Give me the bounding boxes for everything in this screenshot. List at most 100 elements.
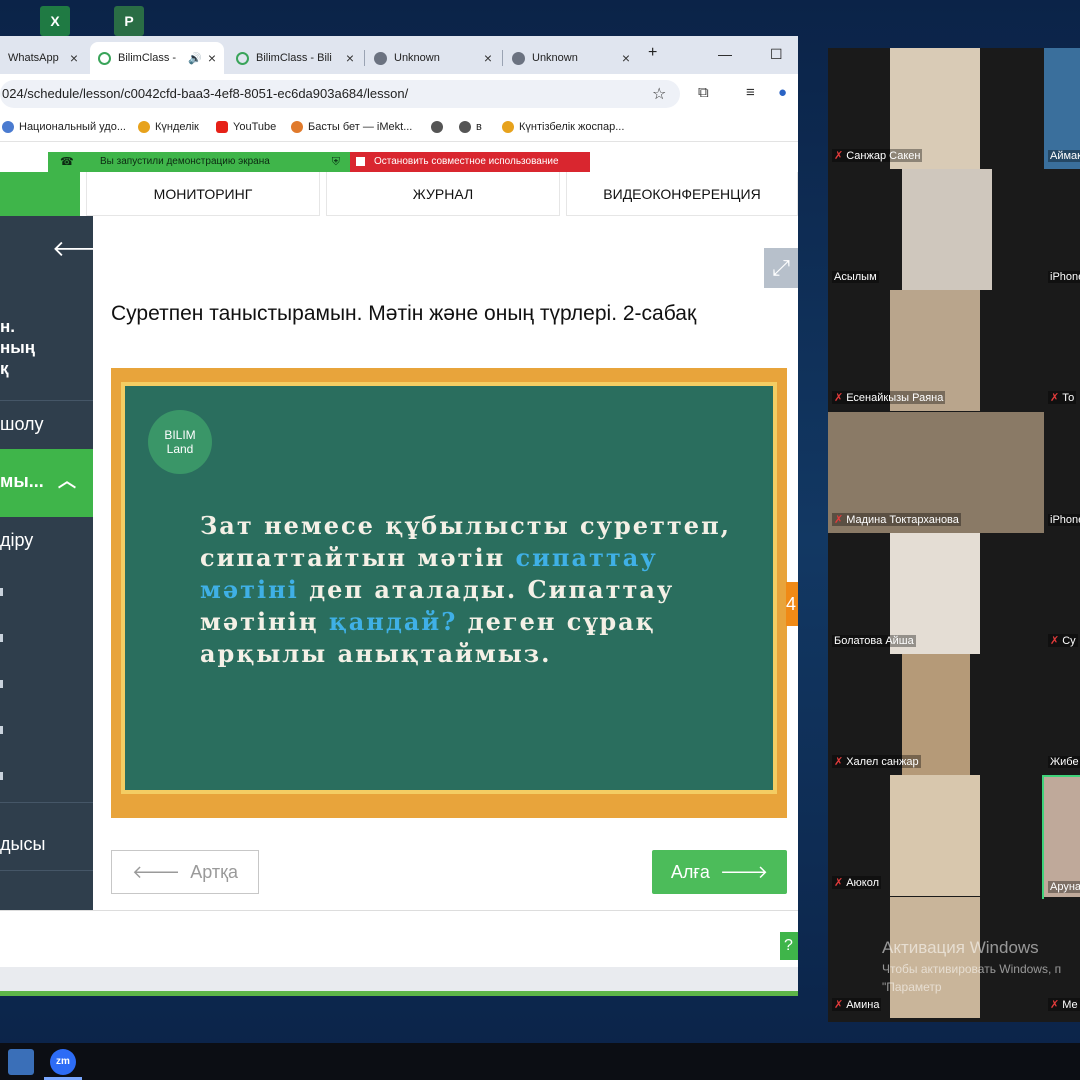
bookmarks-bar: Национальный удо... Күнделік YouTube Бас…	[0, 114, 798, 142]
divider	[0, 802, 93, 803]
close-icon[interactable]: ×	[346, 50, 354, 66]
back-button-label: Артқа	[190, 862, 239, 882]
participant-tile[interactable]: Жибе	[1044, 654, 1080, 772]
participant-tile[interactable]: ✗ Мадина Токтарханова	[828, 412, 1044, 533]
bookmark-item[interactable]: Басты бет — iMekt...	[291, 121, 412, 133]
globe-icon	[512, 51, 525, 65]
participant-name-text: Есенайкызы Раяна	[846, 392, 944, 404]
participant-name: Болатова Айша	[832, 635, 916, 647]
tab-videoconference[interactable]: ВИДЕОКОНФЕРЕНЦИЯ	[566, 172, 798, 216]
project-desktop-icon[interactable]: P	[114, 6, 144, 36]
taskbar: zm	[0, 1043, 1080, 1080]
sidebar-item-review[interactable]: шолу	[0, 414, 44, 435]
participant-name-text: Ме	[1062, 999, 1078, 1011]
participant-name: ✗ Амина	[832, 998, 882, 1011]
tab-bilimclass[interactable]: BilimClass - Bili ×	[228, 42, 362, 74]
sidebar-step-marker[interactable]	[0, 726, 3, 734]
bookmark-item[interactable]: Күнделік	[138, 121, 199, 133]
highlighted-question: қандай?	[328, 607, 458, 636]
screen-share-status: ☎ Вы запустили демонстрацию экрана ⛨	[48, 152, 350, 172]
bookmark-label: в	[476, 121, 482, 133]
sidebar-item-bottom[interactable]: дысы	[0, 834, 45, 855]
speaker-icon[interactable]: 🔊	[188, 52, 202, 65]
bookmark-item[interactable]: Национальный удо...	[2, 121, 126, 133]
tab-title: BilimClass -	[118, 52, 177, 64]
url-field[interactable]: 024/schedule/lesson/c0042cfd-baa3-4ef8-8…	[0, 80, 680, 108]
close-icon[interactable]: ×	[484, 50, 492, 66]
participant-name-text: Халел санжар	[846, 756, 919, 768]
participant-video	[902, 169, 992, 290]
participant-tile[interactable]: Асылым	[828, 169, 992, 290]
globe-icon	[374, 51, 387, 65]
tab-monitoring[interactable]: МОНИТОРИНГ	[86, 172, 320, 216]
keyboard-icon[interactable]	[8, 1049, 34, 1075]
bookmark-item[interactable]	[431, 121, 448, 133]
participant-tile[interactable]: Болатова Айша	[828, 533, 980, 654]
phone-icon: ☎	[60, 156, 74, 168]
media-controls-icon[interactable]: ≡	[746, 84, 755, 101]
new-tab-button[interactable]: +	[648, 44, 657, 62]
arrow-left-icon: 🡐	[131, 862, 191, 882]
sidebar-item-active[interactable]: мы... ︿	[0, 449, 93, 517]
fullscreen-icon[interactable]: ⤢	[764, 248, 798, 288]
zoom-app-icon[interactable]: zm	[50, 1049, 76, 1075]
participant-name: Жибе	[1048, 756, 1080, 768]
participant-name-text: Аюкол	[846, 877, 880, 889]
maximize-icon[interactable]: ☐	[770, 46, 783, 63]
participant-tile-active-speaker[interactable]: Аруна	[1042, 775, 1080, 899]
bookmark-item[interactable]: YouTube	[216, 121, 276, 133]
bookmark-item[interactable]: Күнтізбелік жоспар...	[502, 121, 624, 133]
participant-tile[interactable]: ✗ То	[1044, 290, 1080, 408]
tab-strip: WhatsApp × BilimClass - 🔊 × BilimClass -…	[0, 36, 798, 74]
participant-name-text: Болатова Айша	[834, 635, 914, 647]
next-button-label: Алға	[670, 862, 710, 882]
tab-journal[interactable]: ЖУРНАЛ	[326, 172, 560, 216]
participant-tile[interactable]: ✗ Аюкол	[828, 775, 980, 896]
participant-name-text: Мадина Токтарханова	[846, 514, 959, 526]
participant-tile[interactable]: ✗ Есенайкызы Раяна	[828, 290, 980, 411]
bookmark-label: Басты бет — iMekt...	[308, 121, 413, 133]
sidebar-step-marker[interactable]	[0, 680, 3, 688]
close-icon[interactable]: ×	[622, 50, 630, 66]
globe-icon	[431, 121, 443, 133]
lesson-sidebar: 🡐 н. ның қ шолу мы... ︿ діру дысы	[0, 216, 93, 910]
extensions-icon[interactable]: ⧉	[698, 84, 709, 101]
tab-unknown-1[interactable]: Unknown ×	[366, 42, 500, 74]
help-button[interactable]: ?	[780, 932, 798, 960]
back-button[interactable]: 🡐 Артқа	[111, 850, 259, 894]
zoom-gallery: ✗Санжар Сакен Аймак Асылым iPhone ✗Есена…	[828, 48, 1080, 1022]
slide-number-tab[interactable]: 4	[786, 582, 798, 626]
participant-tile[interactable]: ✗ Ме	[1044, 897, 1080, 1015]
participant-tile[interactable]: iPhone	[1044, 412, 1080, 530]
tab-unknown-2[interactable]: Unknown ×	[504, 42, 638, 74]
tab-whatsapp[interactable]: WhatsApp ×	[0, 42, 86, 74]
sidebar-step-marker[interactable]	[0, 634, 3, 642]
participant-tile[interactable]: iPhone	[1044, 169, 1080, 287]
bookmark-label: YouTube	[233, 121, 277, 133]
participant-video	[890, 775, 980, 896]
youtube-icon	[216, 121, 228, 133]
minimize-icon[interactable]: —	[718, 46, 732, 62]
tab-title: WhatsApp	[8, 52, 59, 64]
stop-sharing-button[interactable]: Остановить совместное использование	[350, 152, 590, 172]
close-icon[interactable]: ×	[70, 50, 78, 66]
chevron-up-icon[interactable]: ︿	[58, 467, 76, 493]
back-arrow-icon[interactable]: 🡐	[52, 236, 93, 262]
sidebar-step-marker[interactable]	[0, 772, 3, 780]
participant-tile[interactable]: ✗ Санжар Сакен	[828, 48, 980, 169]
sidebar-step-marker[interactable]	[0, 588, 3, 596]
participant-tile[interactable]: Аймак	[1044, 48, 1080, 169]
profile-icon[interactable]: ●	[778, 84, 787, 101]
bookmark-item[interactable]: в	[459, 121, 482, 133]
imektep-icon	[291, 121, 303, 133]
close-icon[interactable]: ×	[208, 50, 216, 66]
participant-tile[interactable]: ✗ Су	[1044, 533, 1080, 651]
divider	[0, 400, 93, 401]
tab-bilimclass-active[interactable]: BilimClass - 🔊 ×	[90, 42, 224, 74]
next-button[interactable]: Алға 🡒	[652, 850, 787, 894]
excel-desktop-icon[interactable]: X	[40, 6, 70, 36]
mic-muted-icon: ✗	[834, 514, 844, 526]
sidebar-sub-item[interactable]: діру	[0, 530, 33, 551]
participant-tile[interactable]: ✗ Халел санжар	[828, 654, 970, 775]
bookmark-star-icon[interactable]: ☆	[652, 84, 666, 104]
